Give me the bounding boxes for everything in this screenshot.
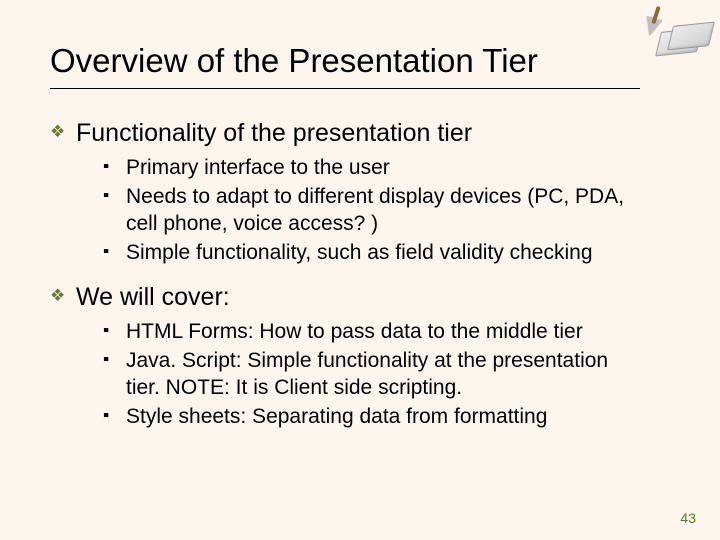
square-bullet-icon: ▪ xyxy=(103,154,127,180)
section-heading: Functionality of the presentation tier xyxy=(76,118,472,148)
bullet-level1: ❖ We will cover: xyxy=(50,282,670,312)
square-bullet-icon: ▪ xyxy=(103,183,127,209)
bullet-level2: ▪ Java. Script: Simple functionality at … xyxy=(104,347,670,401)
sub-item: HTML Forms: How to pass data to the midd… xyxy=(126,318,583,345)
bullet-level2: ▪ Needs to adapt to different display de… xyxy=(104,183,670,237)
page-number: 43 xyxy=(680,510,696,526)
bullet-level2: ▪ Primary interface to the user xyxy=(104,154,670,181)
slide-body: ❖ Functionality of the presentation tier… xyxy=(50,118,670,446)
slide-title: Overview of the Presentation Tier xyxy=(50,42,538,80)
sublist: ▪ HTML Forms: How to pass data to the mi… xyxy=(104,318,670,430)
sub-item: Simple functionality, such as field vali… xyxy=(126,239,593,266)
corner-art xyxy=(636,4,706,54)
brick-icon xyxy=(667,21,715,50)
title-underline xyxy=(50,88,640,89)
square-bullet-icon: ▪ xyxy=(103,239,127,265)
bullet-level2: ▪ Style sheets: Separating data from for… xyxy=(104,403,670,430)
section-heading: We will cover: xyxy=(76,282,230,312)
sub-item: Needs to adapt to different display devi… xyxy=(126,183,646,237)
slide: Overview of the Presentation Tier ❖ Func… xyxy=(0,0,720,540)
bullet-level2: ▪ HTML Forms: How to pass data to the mi… xyxy=(104,318,670,345)
square-bullet-icon: ▪ xyxy=(103,318,127,344)
sublist: ▪ Primary interface to the user ▪ Needs … xyxy=(104,154,670,266)
sub-item: Primary interface to the user xyxy=(126,154,390,181)
bullet-level1: ❖ Functionality of the presentation tier xyxy=(50,118,670,148)
square-bullet-icon: ▪ xyxy=(103,403,127,429)
bullet-level2: ▪ Simple functionality, such as field va… xyxy=(104,239,670,266)
diamond-bullet-icon: ❖ xyxy=(50,282,76,310)
sub-item: Style sheets: Separating data from forma… xyxy=(126,403,547,430)
diamond-bullet-icon: ❖ xyxy=(50,118,76,146)
sub-item: Java. Script: Simple functionality at th… xyxy=(126,347,646,401)
square-bullet-icon: ▪ xyxy=(103,347,127,373)
